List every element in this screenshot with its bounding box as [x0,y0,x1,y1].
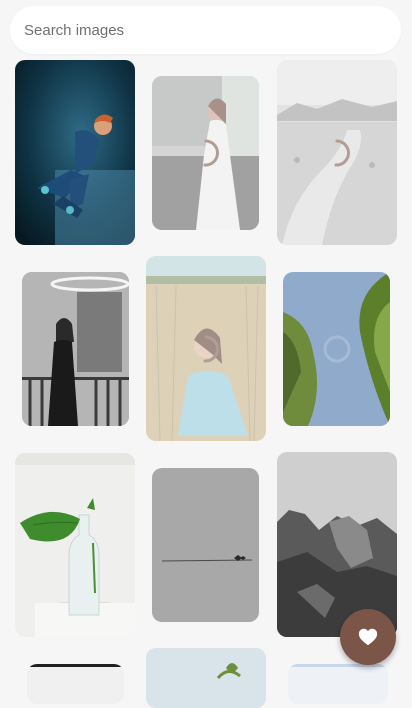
image-tile-rock-cliffs[interactable] [277,452,397,637]
loading-spinner-icon [203,139,219,167]
search-input[interactable] [22,20,401,40]
image-tile-woman-white-dress[interactable] [152,76,259,230]
image-tile-mountain-road[interactable] [277,60,397,245]
search-bar[interactable] [10,6,401,54]
favorites-button[interactable] [340,609,396,665]
image-tile-woman-field[interactable] [146,256,266,441]
image-tile-dark-bottom[interactable] [27,664,124,704]
image-tile-blue-bottom[interactable] [288,664,388,704]
image-tile-birds-wire[interactable] [152,468,259,622]
image-tile-trees-sky[interactable] [283,272,390,426]
loading-spinner-icon [203,335,219,363]
image-tile-portrait-blue[interactable] [15,60,135,245]
image-tile-plant-vase[interactable] [15,453,135,637]
image-tile-plant-bottom[interactable] [146,648,266,708]
loading-spinner-icon [334,139,350,167]
image-tile-woman-balcony[interactable] [22,272,129,426]
heart-icon [358,628,378,646]
loading-spinner-icon [323,335,350,363]
